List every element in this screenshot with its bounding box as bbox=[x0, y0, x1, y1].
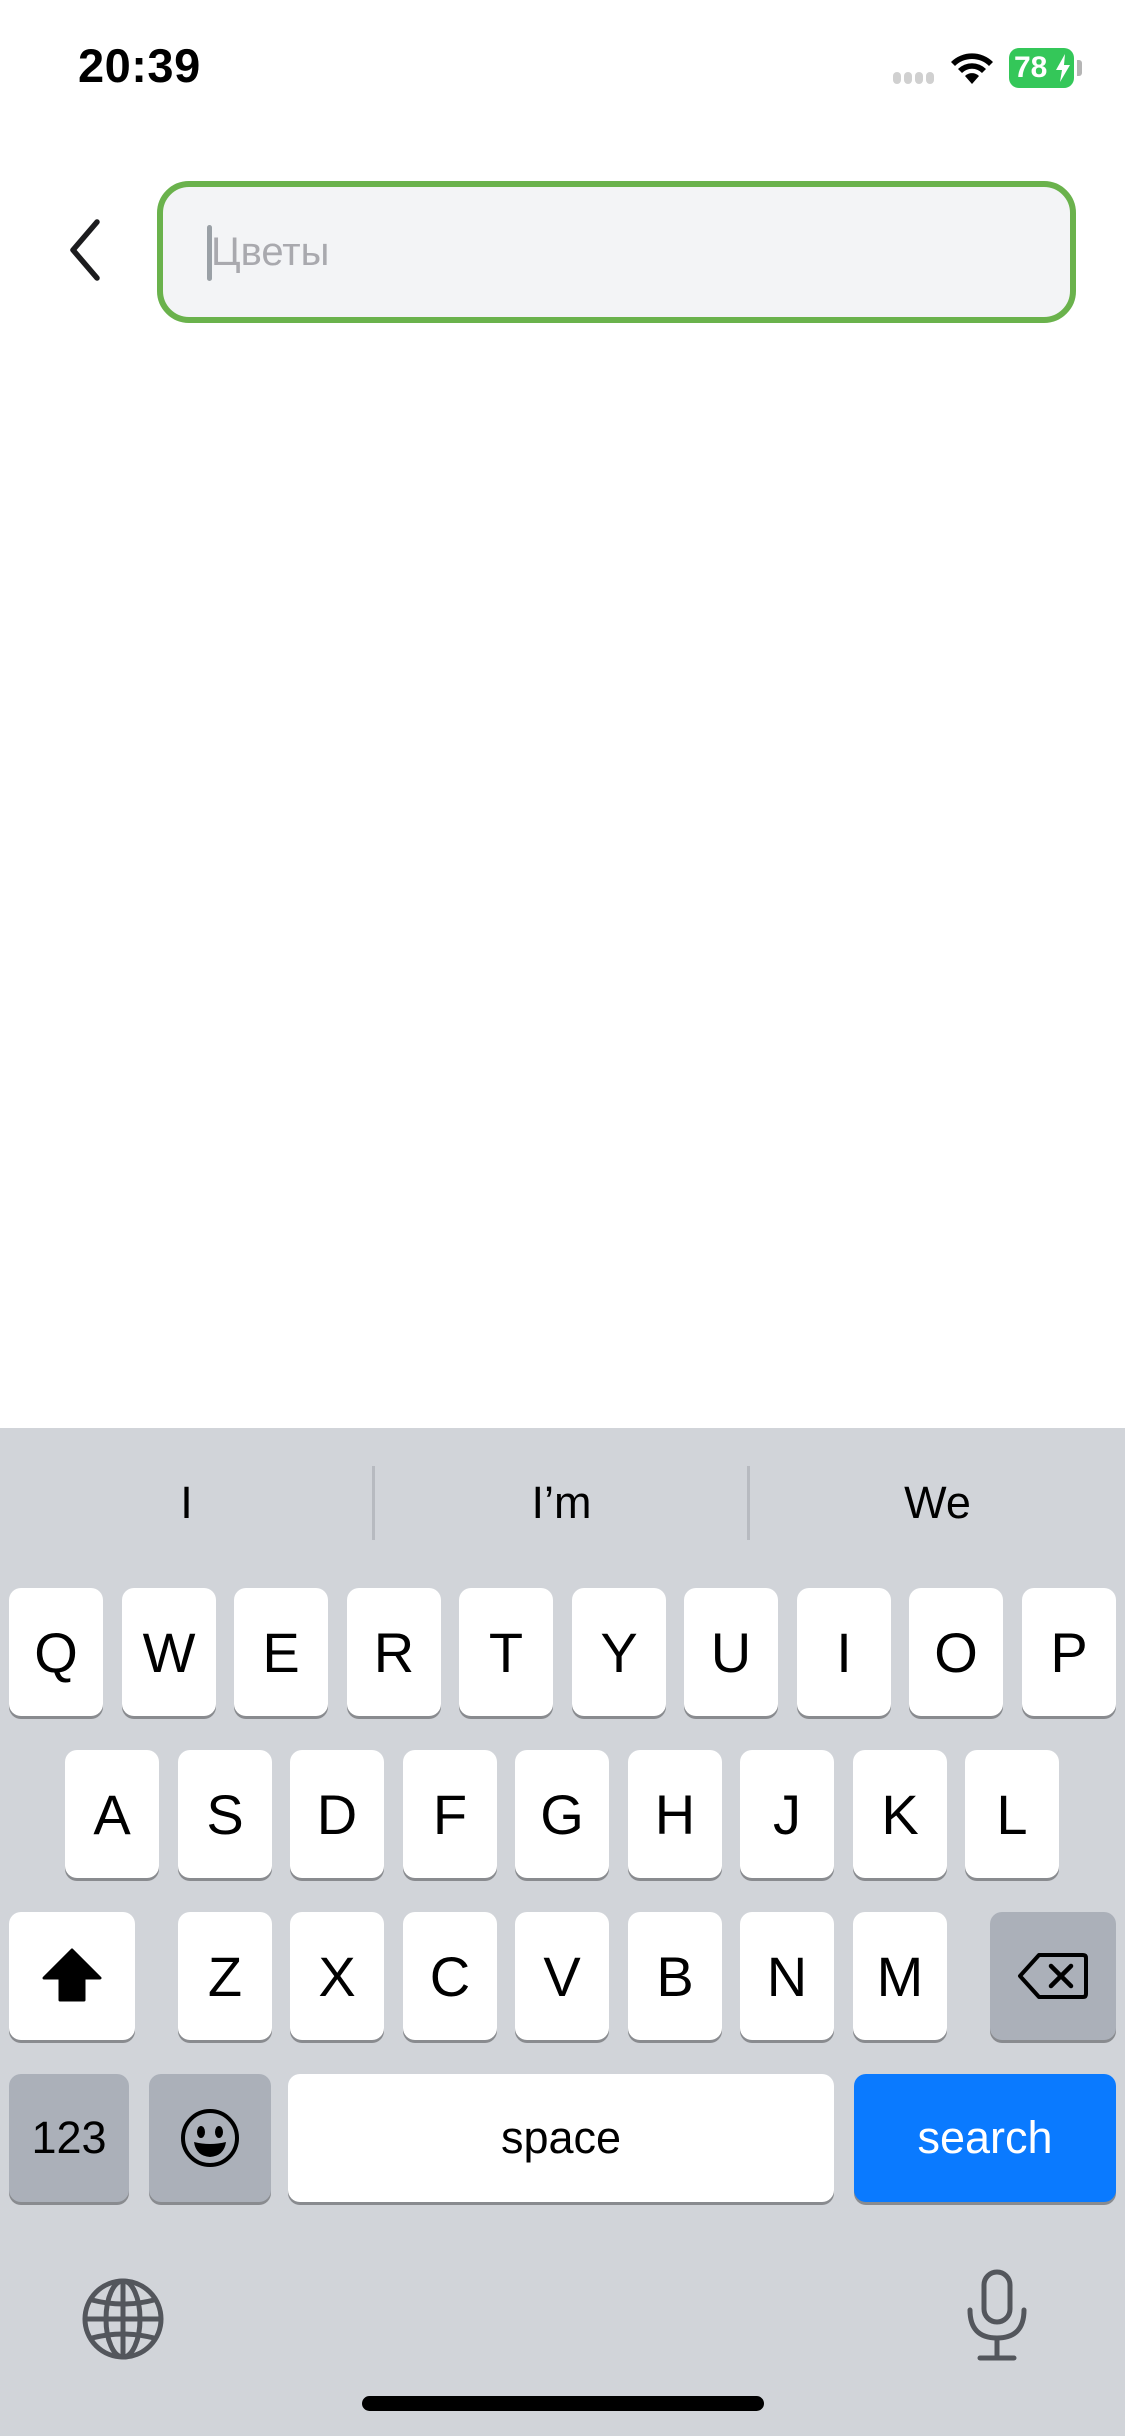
key-f[interactable]: F bbox=[403, 1750, 497, 1878]
key-b[interactable]: B bbox=[628, 1912, 722, 2040]
battery-level: 78 bbox=[1014, 51, 1048, 84]
globe-icon bbox=[82, 2278, 164, 2360]
suggestion-item[interactable]: We bbox=[750, 1428, 1125, 1578]
wifi-icon bbox=[951, 53, 993, 84]
microphone-button[interactable] bbox=[964, 2268, 1030, 2369]
emoji-icon bbox=[181, 2109, 239, 2167]
globe-button[interactable] bbox=[80, 2276, 166, 2367]
key-z[interactable]: Z bbox=[178, 1912, 272, 2040]
search-field[interactable] bbox=[157, 181, 1076, 323]
back-button[interactable] bbox=[50, 210, 120, 290]
key-i[interactable]: I bbox=[797, 1588, 891, 1716]
key-q[interactable]: Q bbox=[9, 1588, 103, 1716]
key-j[interactable]: J bbox=[740, 1750, 834, 1878]
emoji-key[interactable] bbox=[149, 2074, 271, 2202]
key-g[interactable]: G bbox=[515, 1750, 609, 1878]
shift-key[interactable] bbox=[9, 1912, 135, 2040]
key-e[interactable]: E bbox=[234, 1588, 328, 1716]
key-k[interactable]: K bbox=[853, 1750, 947, 1878]
suggestion-item[interactable]: I’m bbox=[375, 1428, 748, 1578]
suggestion-bar: I I’m We bbox=[0, 1428, 1125, 1578]
key-w[interactable]: W bbox=[122, 1588, 216, 1716]
space-key[interactable]: space bbox=[288, 2074, 834, 2202]
status-time: 20:39 bbox=[78, 39, 201, 92]
key-o[interactable]: O bbox=[909, 1588, 1003, 1716]
key-n[interactable]: N bbox=[740, 1912, 834, 2040]
key-s[interactable]: S bbox=[178, 1750, 272, 1878]
key-u[interactable]: U bbox=[684, 1588, 778, 1716]
battery-icon: 78 bbox=[1009, 48, 1082, 88]
search-key[interactable]: search bbox=[854, 2074, 1116, 2202]
status-bar: 20:39 78 bbox=[0, 0, 1125, 140]
key-d[interactable]: D bbox=[290, 1750, 384, 1878]
key-p[interactable]: P bbox=[1022, 1588, 1116, 1716]
keyboard: I I’m We Q W E R T Y U I O P A S D F G H… bbox=[0, 1428, 1125, 2436]
shift-icon bbox=[42, 1948, 102, 2002]
key-r[interactable]: R bbox=[347, 1588, 441, 1716]
numbers-key[interactable]: 123 bbox=[9, 2074, 129, 2202]
key-a[interactable]: A bbox=[65, 1750, 159, 1878]
key-t[interactable]: T bbox=[459, 1588, 553, 1716]
key-c[interactable]: C bbox=[403, 1912, 497, 2040]
key-l[interactable]: L bbox=[965, 1750, 1059, 1878]
key-x[interactable]: X bbox=[290, 1912, 384, 2040]
suggestion-item[interactable]: I bbox=[0, 1428, 373, 1578]
charging-bolt-icon bbox=[1056, 54, 1070, 82]
key-v[interactable]: V bbox=[515, 1912, 609, 2040]
search-input[interactable] bbox=[211, 187, 1031, 317]
cellular-signal-icon bbox=[893, 72, 934, 84]
home-indicator[interactable] bbox=[362, 2396, 764, 2411]
key-m[interactable]: M bbox=[853, 1912, 947, 2040]
delete-icon bbox=[1018, 1953, 1088, 1999]
key-y[interactable]: Y bbox=[572, 1588, 666, 1716]
key-h[interactable]: H bbox=[628, 1750, 722, 1878]
chevron-left-icon bbox=[70, 219, 100, 281]
delete-key[interactable] bbox=[990, 1912, 1116, 2040]
microphone-icon bbox=[967, 2269, 1027, 2361]
